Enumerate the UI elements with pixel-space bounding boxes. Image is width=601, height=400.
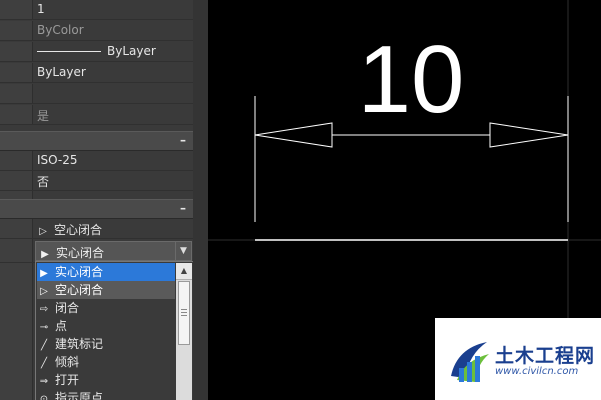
property-name-cell <box>0 191 33 199</box>
property-value-text: ByLayer <box>107 44 156 58</box>
grip-line <box>181 309 187 310</box>
section-header-lines-arrows[interactable]: – <box>0 131 193 151</box>
property-value: 是 <box>37 107 49 124</box>
grip-line <box>181 312 187 313</box>
section-header-arrows[interactable]: – <box>0 199 193 219</box>
collapse-button[interactable]: – <box>180 133 186 147</box>
property-value: 1 <box>37 2 45 16</box>
property-row-dimstyle[interactable]: ISO-25 <box>0 151 193 171</box>
dropdown-option-label: 点 <box>55 319 68 333</box>
property-name-cell <box>0 219 33 238</box>
property-name-cell <box>0 171 33 190</box>
watermark-logo: 土木工程网 www.civilcn.com <box>435 318 601 400</box>
property-row[interactable]: 1 <box>0 0 193 20</box>
dropdown-scrollbar[interactable]: ▲ <box>176 263 192 400</box>
property-row[interactable] <box>0 84 193 104</box>
dropdown-option[interactable]: ⇨ 闭合 <box>37 299 175 317</box>
property-value-text: ByLayer <box>37 65 86 79</box>
dropdown-option[interactable]: ╱ 倾斜 <box>37 353 175 371</box>
property-row[interactable]: ByLayer <box>0 42 193 62</box>
property-row-arrow-1[interactable]: ▷ 空心闭合 <box>0 219 193 239</box>
arrow-dropdown-list[interactable]: ▶ 实心闭合 ▷ 空心闭合 ⇨ 闭合 ⊸ 点 ╱ 建筑标记 ╱ 倾斜 ⇒ 打开 ⊙ 指示原点 ▲ <box>35 261 194 400</box>
scroll-thumb[interactable] <box>178 281 190 345</box>
scroll-up-icon[interactable]: ▲ <box>176 263 192 280</box>
arrow-type-icon: ⊙ <box>39 394 49 400</box>
dropdown-option[interactable]: ⊙ 指示原点 <box>37 389 175 400</box>
arrowhead-left[interactable] <box>254 122 333 148</box>
collapse-button[interactable]: – <box>180 201 186 215</box>
property-name-cell <box>0 42 33 61</box>
grip-line <box>181 315 187 316</box>
watermark-url: www.civilcn.com <box>495 366 579 377</box>
property-value: ByLayer <box>37 65 86 79</box>
dropdown-option-label: 倾斜 <box>55 355 80 369</box>
watermark-name: 土木工程网 <box>495 345 596 367</box>
dropdown-option[interactable]: ▶ 实心闭合 <box>37 263 175 281</box>
property-value-text: ByColor <box>37 23 84 37</box>
property-name-cell <box>0 151 33 170</box>
dropdown-option-label: 打开 <box>55 373 80 387</box>
hollow-arrow-icon: ▷ <box>39 226 47 237</box>
dropdown-option[interactable]: ⊸ 点 <box>37 317 175 335</box>
property-row[interactable]: ByColor <box>0 21 193 41</box>
property-row-spacer <box>0 191 193 199</box>
dropdown-option[interactable]: ▷ 空心闭合 <box>37 281 175 299</box>
chevron-down-icon[interactable]: ▼ <box>175 242 191 260</box>
dropdown-option-label: 建筑标记 <box>55 337 104 351</box>
property-value: ▷ 空心闭合 <box>37 221 102 238</box>
property-value-text: 1 <box>37 2 45 16</box>
property-row-annotative[interactable]: 否 <box>0 171 193 191</box>
combo-value-label: 实心闭合 <box>56 246 105 260</box>
property-value: 否 <box>37 175 50 189</box>
dropdown-option-label: 闭合 <box>55 301 80 315</box>
properties-panel: 1 ByColor ByLayer ByLayer 是 – ISO-25 否 – ▷ 空心… <box>0 0 208 400</box>
linetype-sample <box>37 51 101 52</box>
property-name-cell <box>0 21 33 40</box>
civil-logo-icon <box>451 342 489 382</box>
property-name-column <box>0 263 33 400</box>
property-value-text: 是 <box>37 109 50 123</box>
property-name-cell <box>0 0 33 19</box>
dropdown-option[interactable]: ╱ 建筑标记 <box>37 335 175 353</box>
dropdown-option-label: 指示原点 <box>55 391 104 400</box>
dropdown-option-label: 空心闭合 <box>55 283 104 297</box>
arrow-1-label: 空心闭合 <box>54 223 103 237</box>
panel-edge-strip <box>193 0 208 400</box>
arrow-2-combobox[interactable]: ▶ 实心闭合 ▼ <box>35 241 192 261</box>
dropdown-option-label: 实心闭合 <box>55 265 104 279</box>
property-name-cell <box>0 239 33 262</box>
property-name-cell <box>0 84 33 103</box>
arrowhead-right[interactable] <box>489 122 569 148</box>
property-row[interactable]: 是 <box>0 105 193 125</box>
property-name-cell <box>0 105 33 124</box>
property-value: ByColor <box>37 23 84 37</box>
property-value: ISO-25 <box>37 153 78 167</box>
filled-arrow-icon: ▶ <box>41 249 49 260</box>
property-value: ByLayer <box>37 44 156 58</box>
dimension-text[interactable]: 10 <box>358 26 465 133</box>
property-row[interactable]: ByLayer <box>0 63 193 83</box>
combo-value: ▶ 实心闭合 <box>39 244 104 261</box>
dropdown-option[interactable]: ⇒ 打开 <box>37 371 175 389</box>
property-name-cell <box>0 63 33 82</box>
